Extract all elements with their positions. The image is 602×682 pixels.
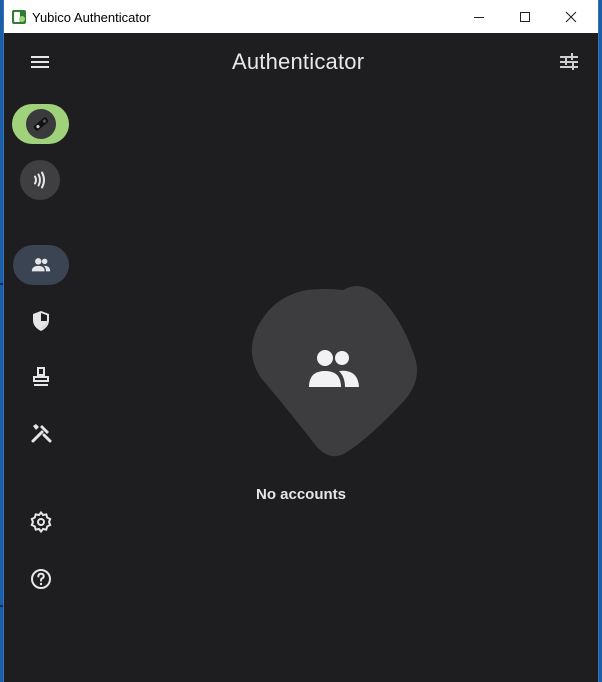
window-title: Yubico Authenticator	[32, 10, 151, 25]
desktop-edge-mark	[0, 605, 3, 607]
empty-state-message: No accounts	[255, 486, 346, 503]
maximize-icon	[520, 11, 530, 22]
people-icon	[31, 258, 51, 272]
shield-icon	[33, 311, 49, 331]
menu-button[interactable]	[28, 50, 52, 74]
nfc-icon	[34, 171, 45, 189]
nav-tools[interactable]	[22, 414, 60, 452]
tune-sliders-icon	[560, 53, 578, 70]
nav-security[interactable]	[22, 302, 60, 340]
page-title: Authenticator	[232, 49, 365, 74]
nav-accounts[interactable]	[13, 245, 69, 285]
hamburger-menu-icon	[31, 56, 49, 68]
device-avatar	[25, 109, 56, 139]
nav-help[interactable]	[22, 560, 60, 598]
close-button[interactable]	[548, 0, 594, 33]
people-icon	[309, 350, 359, 387]
help-icon	[31, 569, 51, 589]
device-nfc-reader[interactable]	[20, 160, 60, 200]
nav-settings[interactable]	[22, 503, 60, 541]
close-icon	[565, 11, 577, 22]
gear-icon	[30, 510, 52, 534]
minimize-icon	[474, 16, 484, 18]
yubico-app-icon	[12, 10, 26, 24]
usb-key-icon	[33, 117, 48, 131]
tools-icon	[31, 424, 52, 443]
nav-stamp[interactable]	[22, 358, 60, 396]
app-content: Authenticator No accounts	[4, 33, 598, 682]
stamp-icon	[33, 367, 49, 386]
maximize-button[interactable]	[502, 0, 548, 33]
configure-button[interactable]	[557, 50, 581, 74]
app-window: Yubico Authenticator Authenticator No ac…	[4, 0, 598, 682]
desktop-edge-mark	[0, 283, 3, 285]
title-bar: Yubico Authenticator	[4, 0, 598, 33]
minimize-button[interactable]	[456, 0, 502, 33]
device-usb-key[interactable]	[12, 104, 69, 144]
